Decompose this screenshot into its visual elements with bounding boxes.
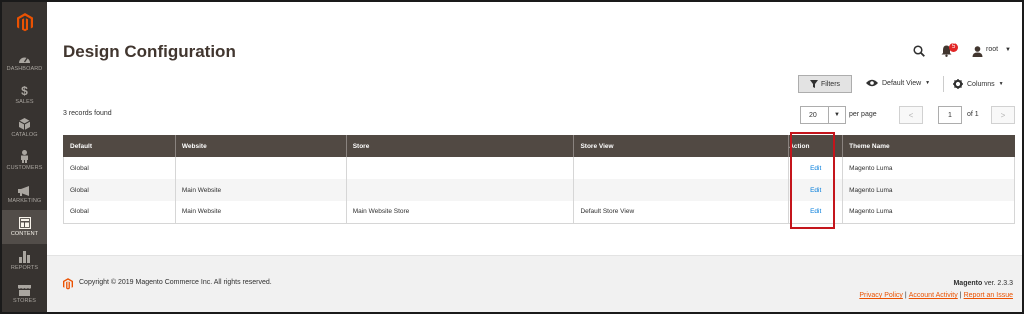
columns-label: Columns [967,80,995,88]
cell-default: Global [63,201,176,224]
total-pages: of 1 [967,111,979,118]
cube-icon [19,112,30,130]
chevron-down-icon: ▼ [1005,47,1011,53]
privacy-policy-link[interactable]: Privacy Policy [859,292,903,299]
admin-sidebar: DASHBOARD $ SALES CATALOG CUSTOMERS MARK… [2,2,47,312]
cell-store [345,179,575,201]
megaphone-icon [18,178,31,196]
toolbar-divider [943,76,944,92]
sidebar-item-marketing[interactable]: MARKETING [2,178,47,211]
store-icon [18,278,31,296]
columns-dropdown[interactable]: Columns ▼ [953,79,1004,89]
cell-default: Global [63,157,176,179]
next-page-button[interactable]: > [991,106,1015,124]
link-separator: | [959,292,962,299]
sidebar-item-label: REPORTS [10,265,39,271]
account-activity-link[interactable]: Account Activity [909,292,958,299]
cell-website: Main Website [174,201,347,224]
user-name[interactable]: root [986,46,998,53]
magento-logo-icon [16,12,33,31]
footer-links: Privacy Policy | Account Activity | Report a… [859,292,1013,299]
cell-store [345,157,575,179]
sidebar-item-sales[interactable]: $ SALES [2,79,47,112]
previous-page-button[interactable]: < [899,106,923,124]
sidebar-item-dashboard[interactable]: DASHBOARD [2,46,47,79]
cell-website [174,157,347,179]
person-icon [20,145,29,163]
column-header-store-view[interactable]: Store View [573,135,789,157]
records-found: 3 records found [63,110,112,117]
filter-icon [809,80,818,88]
sidebar-item-content[interactable]: CONTENT [2,210,47,244]
cell-website: Main Website [174,179,347,201]
default-view-label: Default View [882,79,922,87]
layout-icon [18,211,31,229]
column-header-website[interactable]: Website [174,135,347,157]
magento-logo[interactable] [2,2,47,42]
cell-theme-name: Magento Luma [842,179,1015,201]
cell-store: Main Website Store [345,201,575,224]
sidebar-item-customers[interactable]: CUSTOMERS [2,145,47,178]
sidebar-item-label: CATALOG [11,132,38,138]
default-view-dropdown[interactable]: Default View ▼ [866,79,930,87]
chevron-down-icon[interactable]: ▼ [828,107,845,123]
page-title: Design Configuration [63,42,236,61]
dollar-icon: $ [21,84,28,98]
action-column-highlight [790,132,835,229]
main-content: Design Configuration 5 root ▼ Filters De… [47,2,1022,312]
table-row: Global Edit Magento Luma [63,157,1015,179]
design-config-grid: Default Website Store Store View Action … [63,135,1015,224]
cell-default: Global [63,179,176,201]
cell-store-view [573,179,790,201]
chevron-left-icon: < [908,110,914,120]
sidebar-item-label: DASHBOARD [6,66,43,72]
sidebar-item-label: MARKETING [7,198,42,204]
cell-theme-name: Magento Luma [842,201,1015,224]
magento-logo-icon [63,277,73,295]
page-number-input[interactable]: 1 [938,106,962,124]
brand-name: Magento [953,280,983,287]
filters-label: Filters [820,80,841,88]
sidebar-item-stores[interactable]: STORES [2,278,47,311]
user-icon [972,46,983,57]
sidebar-item-label: STORES [12,298,37,304]
table-row: Global Main Website Edit Magento Luma [63,179,1015,201]
per-page-label: per page [849,111,877,118]
sidebar-item-label: CONTENT [10,231,39,237]
grid-header-row: Default Website Store Store View Action … [63,135,1015,157]
cell-store-view: Default Store View [573,201,790,224]
user-menu-button[interactable] [972,44,983,62]
sidebar-item-reports[interactable]: REPORTS [2,245,47,278]
column-header-theme-name[interactable]: Theme Name [842,135,1015,157]
notifications-badge: 5 [949,43,959,52]
gear-icon [953,79,963,89]
sidebar-item-label: SALES [15,99,34,105]
page-footer: Copyright © 2019 Magento Commerce Inc. A… [47,255,1022,312]
chevron-down-icon: ▼ [925,80,931,86]
bar-chart-icon [19,245,30,263]
chevron-down-icon: ▼ [998,81,1004,87]
per-page-value: 20 [809,111,817,119]
version-text: Magento ver. 2.3.3 [953,280,1013,287]
link-separator: | [904,292,907,299]
column-header-default[interactable]: Default [63,135,176,157]
chevron-right-icon: > [1000,110,1006,120]
version-number: ver. 2.3.3 [982,280,1013,287]
cell-store-view [573,157,790,179]
search-icon [913,45,925,57]
copyright-text: Copyright © 2019 Magento Commerce Inc. A… [79,279,272,286]
table-row: Global Main Website Main Website Store D… [63,201,1015,224]
cell-theme-name: Magento Luma [842,157,1015,179]
sidebar-item-label: CUSTOMERS [6,165,43,171]
sidebar-item-catalog[interactable]: CATALOG [2,112,47,145]
dashboard-icon [18,46,31,64]
filters-button[interactable]: Filters [798,75,852,93]
column-header-store[interactable]: Store [345,135,574,157]
eye-icon [866,79,878,87]
report-issue-link[interactable]: Report an Issue [964,292,1013,299]
global-search-button[interactable] [913,44,925,62]
per-page-select[interactable]: 20 ▼ [800,106,846,124]
